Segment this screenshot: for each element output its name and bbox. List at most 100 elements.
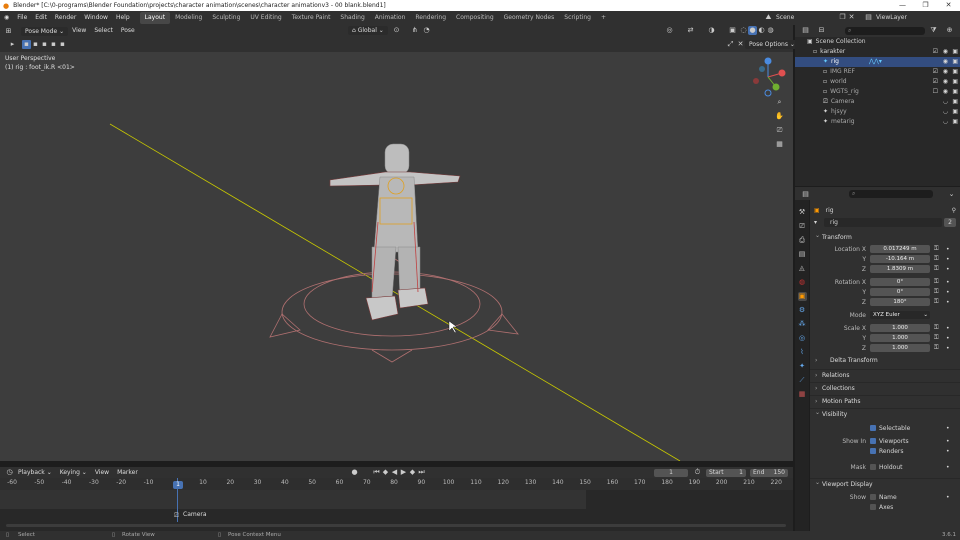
tab-geometry-nodes[interactable]: Geometry Nodes (499, 12, 560, 24)
new-collection-icon[interactable]: ⊕ (945, 26, 954, 35)
lock-icon[interactable]: ⚿ (934, 298, 939, 306)
data-block-field[interactable]: rig (824, 217, 942, 227)
viewport-display-panel-header[interactable]: Viewport Display (810, 477, 960, 490)
timeline-editor-icon[interactable]: ◷ (5, 468, 14, 477)
visibility-panel-header[interactable]: Visibility (810, 407, 960, 420)
select-new-icon[interactable]: ▪ (22, 40, 31, 49)
camera-render-icon[interactable]: ▣ (952, 97, 958, 107)
end-frame-field[interactable]: End 150 (750, 469, 788, 477)
select-extend-icon[interactable]: ▪ (31, 40, 40, 49)
start-frame-field[interactable]: Start 1 (706, 469, 746, 477)
camera-render-icon[interactable]: ▣ (952, 117, 958, 127)
tab-texture-paint[interactable]: Texture Paint (287, 12, 336, 24)
select-intersect-icon[interactable]: ▪ (58, 40, 67, 49)
close-icon[interactable]: ✕ (937, 0, 960, 11)
shading-solid-icon[interactable]: ● (748, 26, 757, 35)
outliner-item-hjsyy[interactable]: ✦ hjsyy ◡ ▣ (795, 107, 960, 117)
eye-closed-icon[interactable]: ◡ (943, 117, 948, 127)
outliner-search-input[interactable]: ⌕ (845, 27, 925, 35)
camera-render-icon[interactable]: ▣ (952, 57, 958, 67)
display-mode-icon[interactable]: ⊟ (817, 26, 826, 35)
options-chevron-icon[interactable]: ⌄ (947, 190, 956, 199)
lock-icon[interactable]: ⚿ (934, 278, 939, 286)
rotation-z-field[interactable]: 180° (870, 298, 930, 306)
overlay-icon[interactable]: ◑ (707, 26, 716, 35)
keyframe-dot-icon[interactable]: • (946, 256, 950, 263)
modifier-tab-icon[interactable]: ⚙ (798, 306, 807, 315)
xray-icon[interactable]: ▣ (728, 26, 737, 35)
keyframe-dot-icon[interactable]: • (946, 494, 950, 501)
menu-help[interactable]: Help (112, 11, 134, 25)
lock-icon[interactable]: ⚿ (934, 255, 939, 263)
location-z-field[interactable]: 1.8309 m (870, 265, 930, 273)
constraints-tab-icon[interactable]: ⌇ (798, 348, 807, 357)
eye-closed-icon[interactable]: ◡ (943, 97, 948, 107)
world-tab-icon[interactable]: ◍ (798, 278, 807, 287)
location-y-field[interactable]: -10.164 m (870, 255, 930, 263)
viewport-menu-view[interactable]: View (68, 24, 90, 38)
camera-render-icon[interactable]: ▣ (952, 107, 958, 117)
editor-type-icon[interactable]: ⊞ (4, 27, 13, 36)
output-tab-icon[interactable]: ⎙ (798, 236, 807, 245)
frame-ruler[interactable]: -60-50-40-30-20-101102030405060708090100… (0, 478, 793, 490)
lock-icon[interactable]: ⚿ (934, 344, 939, 352)
lock-icon[interactable]: ⚿ (934, 324, 939, 332)
checkbox-icon[interactable]: ☑ (933, 67, 938, 77)
collections-panel-header[interactable]: Collections (810, 382, 960, 395)
eye-icon[interactable]: ◉ (943, 77, 948, 87)
scene-selector[interactable]: ⛰ Scene (764, 13, 795, 22)
scale-y-field[interactable]: 1.000 (870, 334, 930, 342)
tab-rendering[interactable]: Rendering (410, 12, 451, 24)
pivot-icon[interactable]: ⊙ (392, 26, 401, 35)
eye-icon[interactable]: ◉ (943, 57, 948, 67)
proportional-icon[interactable]: ◔ (422, 26, 431, 35)
play-icon[interactable]: ▶ (399, 468, 408, 477)
keyframe-dot-icon[interactable]: • (946, 279, 950, 286)
users-count[interactable]: 2 (944, 217, 956, 227)
keyframe-dot-icon[interactable]: • (946, 464, 950, 471)
jump-start-icon[interactable]: ⏮ (372, 468, 381, 477)
scene-collection-row[interactable]: ▣ Scene Collection (795, 37, 960, 47)
visibility-icon[interactable]: ◎ (665, 26, 674, 35)
camera-render-icon[interactable]: ▣ (952, 77, 958, 87)
outliner-editor-icon[interactable]: ▤ (801, 26, 810, 35)
zoom-icon[interactable]: ⌕ (775, 98, 784, 107)
jump-end-icon[interactable]: ⏭ (417, 468, 426, 477)
selectable-checkbox[interactable]: Selectable (870, 425, 910, 432)
tool-tab-icon[interactable]: ⚒ (798, 208, 807, 217)
renders-checkbox[interactable]: Renders (870, 448, 904, 455)
record-icon[interactable]: ● (350, 468, 359, 477)
pose-options-dropdown[interactable]: Pose Options ⌄ (745, 40, 799, 49)
outliner-item-camera[interactable]: ⎚ Camera ◡ ▣ (795, 97, 960, 107)
keyframe-dot-icon[interactable]: • (946, 448, 950, 455)
keyframe-dot-icon[interactable]: • (946, 438, 950, 445)
tab-scripting[interactable]: Scripting (559, 12, 596, 24)
lock-icon[interactable]: ⚿ (934, 265, 939, 273)
view-layer-tab-icon[interactable]: ▤ (798, 250, 807, 259)
texture-tab-icon[interactable]: ▦ (798, 390, 807, 399)
outliner-item-wgts-rig[interactable]: ▫ WGTS_rig ☐ ◉ ▣ (795, 87, 960, 97)
playhead[interactable]: 1 (173, 481, 183, 489)
viewport-menu-select[interactable]: Select (90, 24, 117, 38)
bone-tab-icon[interactable]: ⟋ (798, 376, 807, 385)
object-name[interactable]: rig (826, 207, 834, 214)
current-frame-field[interactable]: 1 (654, 469, 688, 477)
camera-view-icon[interactable]: ⎚ (775, 126, 784, 135)
navigation-gizmo[interactable] (748, 57, 788, 97)
perspective-toggle-icon[interactable]: ▦ (775, 140, 784, 149)
timeline-scrollbar[interactable] (6, 524, 786, 527)
lock-icon[interactable]: ⚿ (934, 288, 939, 296)
eye-icon[interactable]: ◉ (943, 87, 948, 97)
outliner-item-img-ref[interactable]: ▫ IMG REF ☑ ◉ ▣ (795, 67, 960, 77)
keyframe-dot-icon[interactable]: • (946, 289, 950, 296)
filter-icon[interactable]: ⧩ (929, 26, 938, 35)
select-subtract-icon[interactable]: ▪ (40, 40, 49, 49)
next-keyframe-icon[interactable]: ◆ (408, 468, 417, 477)
scene-tab-icon[interactable]: ◬ (798, 264, 807, 273)
camera-render-icon[interactable]: ▣ (952, 67, 958, 77)
pin-icon[interactable]: ⚲ (952, 207, 956, 214)
keyframe-dot-icon[interactable]: • (946, 335, 950, 342)
keyframe-dot-icon[interactable]: • (946, 266, 950, 273)
gizmo-icon[interactable]: ⇄ (686, 26, 695, 35)
pan-hand-icon[interactable]: ✋ (775, 112, 784, 121)
